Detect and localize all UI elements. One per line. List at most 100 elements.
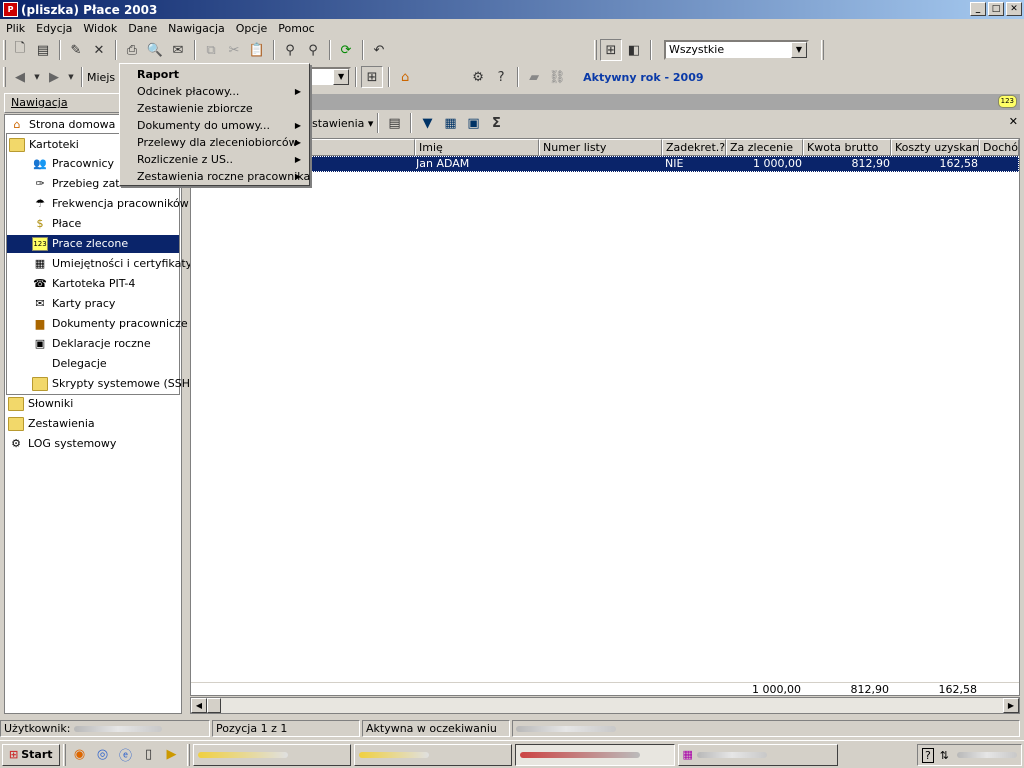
nav-item-delegacje[interactable]: Delegacje	[32, 355, 107, 373]
new-icon[interactable]: 🗋	[9, 39, 31, 61]
chevron-down-icon[interactable]: ▼	[333, 69, 350, 85]
minimize-button[interactable]: _	[970, 2, 986, 16]
column-header-zadekret[interactable]: Zadekret.?	[662, 139, 726, 156]
column-header-numer-listy[interactable]: Numer listy	[539, 139, 662, 156]
menu-item-przelewy[interactable]: Przelewy dla zleceniobiorców ▶	[120, 134, 309, 151]
menu-item-zestawienia-roczne[interactable]: Zestawienia roczne pracownika ▶	[120, 168, 310, 185]
panel-close-button[interactable]: ✕	[1009, 115, 1018, 128]
book-icon[interactable]: ▰	[523, 66, 545, 88]
nav-item-karty-pracy[interactable]: ✉ Karty pracy	[32, 295, 115, 313]
employees-icon: 👥	[33, 157, 47, 170]
menu-plik[interactable]: Plik	[0, 22, 30, 35]
find-icon[interactable]: ⚲	[279, 39, 301, 61]
print-icon[interactable]: ⎙	[121, 39, 143, 61]
back-icon[interactable]: ◀	[9, 66, 31, 88]
network-icon[interactable]: ⇅	[940, 749, 949, 762]
split-view-icon[interactable]: ◧	[623, 39, 645, 61]
filter-select[interactable]: Wszystkie ▼	[664, 40, 809, 60]
task-window-2[interactable]	[353, 743, 512, 766]
cut-icon[interactable]: ✂	[223, 39, 245, 61]
nav-item-umiejetnosci[interactable]: ▦ Umiejętności i certyfikaty	[32, 255, 192, 273]
tree-icon[interactable]: ⊞	[361, 66, 384, 88]
undo-icon[interactable]: ↶	[368, 39, 390, 61]
scroll-left-icon[interactable]: ◀	[191, 698, 207, 713]
menu-item-odcinek-placowy[interactable]: Odcinek płacowy... ▶	[120, 83, 309, 100]
email-icon[interactable]: ✉	[167, 39, 189, 61]
menu-item-rozliczenie-us[interactable]: Rozliczenie z US.. ▶	[120, 151, 309, 168]
print-preview-icon[interactable]: 🔍	[144, 39, 166, 61]
maximize-button[interactable]: □	[988, 2, 1004, 16]
status-user: Użytkownik:	[0, 720, 210, 737]
edit-icon[interactable]: ✎	[65, 39, 87, 61]
nav-item-dokumenty[interactable]: ▆ Dokumenty pracownicze	[32, 315, 188, 333]
nav-item-label: Prace zlecone	[52, 237, 129, 250]
chevron-down-icon[interactable]: ▼	[791, 42, 807, 58]
menu-bar: Plik Edycja Widok Dane Nawigacja Opcje P…	[0, 19, 1024, 37]
menu-item-raport[interactable]: Raport	[120, 66, 309, 83]
media-icon[interactable]: ▶	[161, 744, 183, 766]
chevron-down-icon[interactable]: ▼	[66, 66, 76, 88]
redacted-info	[516, 726, 616, 732]
menu-pomoc[interactable]: Pomoc	[272, 22, 319, 35]
browser-icon[interactable]: ◎	[92, 744, 114, 766]
column-header-koszty[interactable]: Koszty uzyskania	[891, 139, 979, 156]
scroll-right-icon[interactable]: ▶	[1003, 698, 1019, 713]
nav-item-pit4[interactable]: ☎ Kartoteka PIT-4	[32, 275, 135, 293]
refresh-icon[interactable]: ⟳	[335, 39, 357, 61]
task-window-active[interactable]	[514, 743, 675, 766]
nav-item-frekwencja[interactable]: ☂ Frekwencja pracowników	[32, 195, 189, 213]
home-icon[interactable]: ⌂	[394, 66, 416, 88]
menu-item-zestawienie-zbiorcze[interactable]: Zestawienie zbiorcze	[120, 100, 309, 117]
nav-item-home[interactable]: ⌂ Strona domowa ap	[9, 116, 133, 134]
help-icon[interactable]: ?	[921, 747, 934, 763]
details-icon[interactable]: ▣	[462, 112, 484, 134]
nav-item-zestawienia[interactable]: Zestawienia	[8, 415, 95, 433]
table-row[interactable]: Jan ADAM NIE 1 000,00 812,90 162,58	[191, 156, 1019, 172]
nav-item-prace-zlecone[interactable]: 123 Prace zlecone	[7, 235, 179, 253]
task-window-1[interactable]	[192, 743, 351, 766]
main-toolbar: 🗋 ▤ ✎ ✕ ⎙ 🔍 ✉ ⧉ ✂ 📋 ⚲ ⚲ ⟳ ↶ ⊞ ◧ Wszystki…	[0, 37, 1024, 63]
nav-item-slowniki[interactable]: Słowniki	[8, 395, 73, 413]
nav-item-place[interactable]: $ Płace	[32, 215, 82, 233]
nav-item-pracownicy[interactable]: 👥 Pracownicy	[32, 155, 114, 173]
delete-icon[interactable]: ✕	[88, 39, 110, 61]
document-icon[interactable]: ▯	[138, 744, 160, 766]
properties-icon[interactable]: ▤	[32, 39, 54, 61]
menu-widok[interactable]: Widok	[77, 22, 122, 35]
column-header-za-zlecenie[interactable]: Za zlecenie	[726, 139, 803, 156]
taskbar-grip	[62, 743, 66, 766]
forward-icon[interactable]: ▶	[43, 66, 65, 88]
scroll-thumb[interactable]	[207, 698, 221, 713]
tree-view-icon[interactable]: ⊞	[600, 39, 622, 61]
menu-opcje[interactable]: Opcje	[230, 22, 273, 35]
settings-icon[interactable]: ⚙	[467, 66, 489, 88]
nav-item-skrypty[interactable]: Skrypty systemowe (SSH)	[32, 375, 194, 393]
settings-menu-button[interactable]: Ustawienia ▾	[304, 117, 373, 130]
ie-icon[interactable]: ⓔ	[115, 744, 137, 766]
link-icon[interactable]: ⛓	[546, 66, 568, 88]
start-button[interactable]: ⊞ Start	[2, 743, 60, 766]
columns-icon[interactable]: ▦	[439, 112, 461, 134]
menu-nawigacja[interactable]: Nawigacja	[162, 22, 230, 35]
filter-icon[interactable]: ▼	[416, 112, 438, 134]
find-next-icon[interactable]: ⚲	[302, 39, 324, 61]
help-icon[interactable]: ?	[490, 66, 512, 88]
column-header-kwota-brutto[interactable]: Kwota brutto	[803, 139, 891, 156]
horizontal-scrollbar[interactable]: ◀ ▶	[190, 697, 1020, 714]
menu-item-dokumenty-do-umowy[interactable]: Dokumenty do umowy... ▶	[120, 117, 309, 134]
properties-icon[interactable]: ▤	[383, 112, 405, 134]
close-button[interactable]: ✕	[1006, 2, 1022, 16]
paste-icon[interactable]: 📋	[246, 39, 268, 61]
task-window-4[interactable]: ▦	[677, 743, 838, 766]
nav-item-deklaracje[interactable]: ▣ Deklaracje roczne	[32, 335, 151, 353]
column-header-dochod[interactable]: Dochód	[979, 139, 1019, 156]
chevron-down-icon[interactable]: ▼	[32, 66, 42, 88]
menu-edycja[interactable]: Edycja	[30, 22, 77, 35]
menu-dane[interactable]: Dane	[122, 22, 162, 35]
firefox-icon[interactable]: ◉	[69, 744, 91, 766]
copy-icon[interactable]: ⧉	[200, 39, 222, 61]
nav-item-log[interactable]: ⚙ LOG systemowy	[8, 435, 116, 453]
column-header-imie[interactable]: Imię	[415, 139, 539, 156]
menu-item-label: Raport	[137, 68, 180, 81]
sum-icon[interactable]: Σ	[485, 112, 507, 134]
